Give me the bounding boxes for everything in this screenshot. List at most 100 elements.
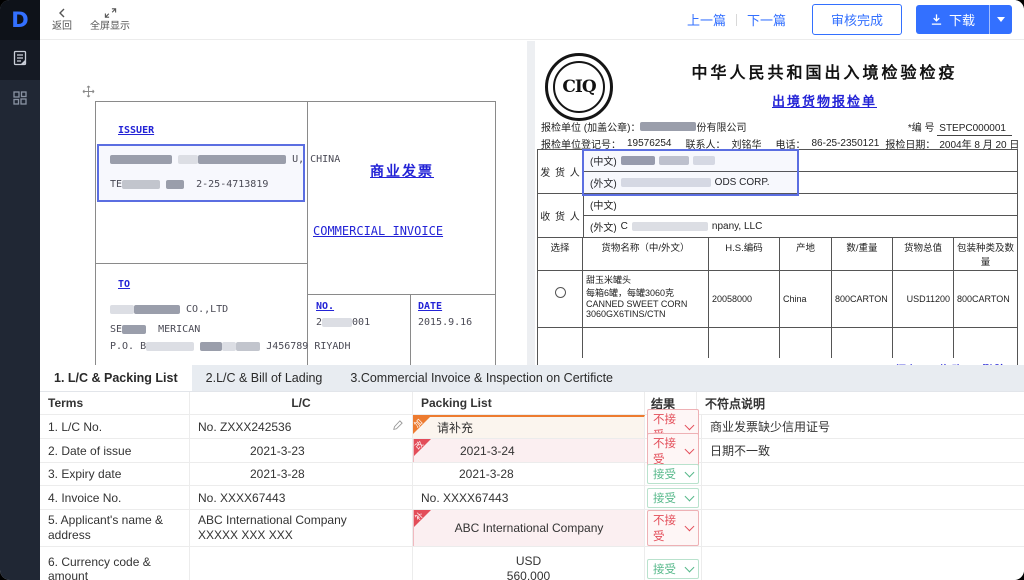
ciq-logo: CIQ — [545, 53, 613, 121]
tab-lc-bill-of-lading[interactable]: 2.L/C & Bill of Lading — [192, 365, 337, 391]
sidebar-item-apps[interactable] — [0, 80, 40, 120]
goods-radio[interactable] — [554, 287, 566, 298]
doc-border — [307, 294, 495, 295]
table-row: 3. Expiry date 2021-3-28 2021-3-28 接受 — [40, 463, 1024, 486]
table-row: 5. Applicant's name & address ABC Intern… — [40, 510, 1024, 547]
back-button[interactable]: 返回 — [52, 7, 72, 32]
tab-lc-packing-list[interactable]: 1. L/C & Packing List — [40, 365, 192, 391]
next-doc-link[interactable]: 下一篇 — [747, 10, 786, 29]
result-dropdown[interactable]: 接受 — [647, 487, 699, 508]
packing-cell: 改 2021-3-24 — [413, 439, 645, 462]
tab-invoice-inspection-cert[interactable]: 3.Commercial Invoice & Inspection on Cer… — [336, 365, 627, 391]
col-header-lc: L/C — [190, 392, 413, 414]
toolbar: 返回 全屏显示 上一篇 下一篇 审核完成 下载 — [40, 0, 1024, 40]
caret-down-icon — [997, 17, 1005, 22]
col-header-note: 不符点说明 — [705, 396, 766, 411]
fullscreen-label: 全屏显示 — [90, 21, 130, 32]
term-cell: 2. Date of issue — [40, 439, 190, 462]
packing-cell: No. XXXX67443 — [413, 486, 645, 509]
lc-cell: No. ZXXX242536 — [190, 415, 413, 438]
edit-pencil-icon[interactable] — [392, 419, 404, 434]
doc-border — [495, 101, 496, 365]
chevron-down-icon — [684, 467, 695, 478]
result-dropdown[interactable]: 不接受 — [647, 510, 699, 546]
org-label: 报检单位 (加盖公章)： — [541, 123, 641, 134]
fullscreen-icon — [104, 8, 116, 18]
sidebar: D — [0, 0, 40, 580]
serial-label: *编 号 — [907, 123, 935, 134]
comparison-panel: 1. L/C & Packing List 2.L/C & Bill of La… — [40, 365, 1024, 580]
goods-table-header: 选择 货物名称（中/外文） H.S.编码 产地 数/重量 货物总值 包装种类及数… — [538, 238, 1017, 271]
result-dropdown[interactable]: 接受 — [647, 464, 699, 484]
download-label: 下载 — [948, 13, 975, 28]
goods-value: USD11200 — [893, 271, 954, 327]
term-cell: 5. Applicant's name & address — [48, 513, 164, 542]
download-split-button: 下载 — [915, 5, 1012, 34]
right-document-pane[interactable]: CIQ 中华人民共和国出入境检验检疫 出境货物报检单 报检单位 (加盖公章)： … — [535, 41, 1024, 365]
move-handle-icon[interactable] — [82, 85, 95, 98]
col-header-terms: Terms — [40, 392, 190, 414]
to-line1: CO.,LTD — [110, 304, 228, 315]
to-label: TO — [118, 279, 131, 290]
form-title: 中华人民共和国出入境检验检疫 — [691, 65, 958, 82]
packing-cell: 补 ABC International Company — [413, 510, 645, 546]
result-dropdown[interactable]: 接受 — [647, 559, 699, 579]
goods-actions: [ 添 加 ] [ 修 改 ] [ 删 除 ] — [538, 358, 1017, 365]
app-window: D 返回 全屏显示 上一篇 下一篇 审核完成 下载 ISSUER U, CHIN… — [0, 0, 1024, 580]
result-cell: 不接受 — [645, 432, 702, 469]
serial-line: *编 号 STEPC000001 — [907, 119, 1012, 136]
doc-border — [307, 101, 308, 365]
issuer-line1: U, CHINA — [110, 154, 340, 165]
note-cell — [702, 547, 1024, 580]
prev-doc-link[interactable]: 上一篇 — [687, 10, 726, 29]
goods-row: 甜玉米罐头 每箱6罐，每罐3060克 CANNED SWEET CORN 306… — [538, 271, 1017, 328]
app-logo-letter: D — [11, 8, 29, 32]
invoice-title-en: COMMERCIAL INVOICE — [313, 224, 444, 238]
issuer-tel-line: TE 2-25-4713819 — [110, 179, 269, 190]
note-cell — [702, 486, 1024, 509]
lc-cell: 2021-3-23 — [190, 439, 413, 462]
tab-bar: 1. L/C & Packing List 2.L/C & Bill of La… — [40, 365, 1024, 392]
left-document-pane[interactable]: ISSUER U, CHINA TE 2-25-4713819 商业发票 COM… — [40, 41, 527, 365]
result-cell: 接受 — [645, 547, 702, 580]
sidebar-item-documents[interactable] — [0, 40, 40, 80]
date-value: 2015.9.16 — [418, 317, 473, 328]
goods-packing: 800CARTON — [957, 294, 1010, 304]
pane-divider[interactable] — [527, 41, 535, 365]
app-logo: D — [0, 0, 40, 40]
lc-cell: No. XXXX67443 — [190, 486, 413, 509]
result-cell: 接受 — [645, 463, 702, 485]
commercial-invoice-document: ISSUER U, CHINA TE 2-25-4713819 商业发票 COM… — [40, 41, 527, 365]
fullscreen-button[interactable]: 全屏显示 — [90, 7, 130, 32]
to-line3: P.O. B J456789 RIYADH — [110, 341, 351, 352]
issuer-label: ISSUER — [118, 125, 155, 136]
review-done-button[interactable]: 审核完成 — [811, 4, 902, 35]
doc-border — [410, 294, 411, 365]
lc-cell: ABC International Company XXXXX XXX XXX — [190, 510, 413, 546]
goods-row-empty — [538, 328, 1017, 358]
back-label: 返回 — [52, 21, 72, 32]
goods-qty: 800CARTON — [832, 271, 893, 327]
org-line: 报检单位 (加盖公章)： 份有限公司 *编 号 STEPC000001 — [541, 119, 1012, 136]
chevron-down-icon — [684, 491, 695, 501]
goods-hs: 20058000 — [709, 271, 780, 327]
download-button[interactable]: 下载 — [915, 5, 989, 34]
term-cell: 1. L/C No. — [40, 415, 190, 438]
table-row: 2. Date of issue 2021-3-23 改 2021-3-24 不… — [40, 432, 1024, 469]
download-options-button[interactable] — [989, 5, 1012, 34]
ciq-form-document: CIQ 中华人民共和国出入境检验检疫 出境货物报检单 报检单位 (加盖公章)： … — [535, 41, 1024, 365]
packing-cell: 加 请补充 — [413, 415, 645, 438]
chevron-down-icon — [684, 562, 695, 573]
issuer-selection-box[interactable] — [97, 144, 305, 202]
note-cell — [702, 463, 1024, 485]
no-label: NO. — [316, 301, 335, 312]
note-cell — [702, 510, 1024, 546]
consignee-label: 收 货 人 — [538, 194, 584, 237]
org-suffix: 份有限公司 — [696, 123, 747, 134]
shipper-selection-box[interactable] — [582, 149, 799, 196]
lc-cell — [190, 547, 413, 580]
chevron-left-icon — [59, 8, 65, 18]
consignee-row: 收 货 人 (中文) (外文) Cnpany, LLC — [538, 194, 1017, 238]
term-cell: 4. Invoice No. — [40, 486, 190, 509]
packing-cell: 2021-3-28 — [413, 463, 645, 485]
